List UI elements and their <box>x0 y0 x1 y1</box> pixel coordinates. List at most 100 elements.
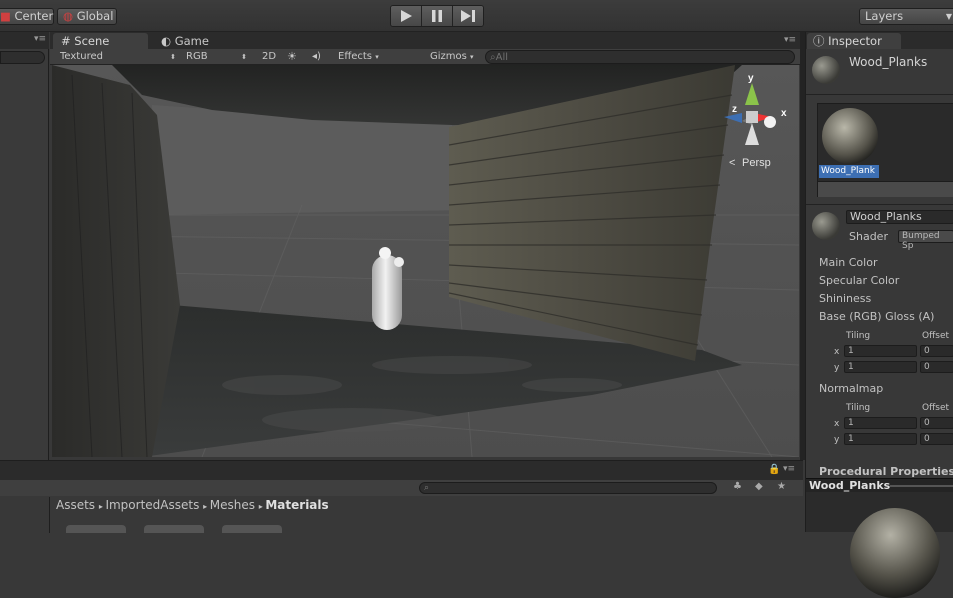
tab-inspector[interactable]: ⓘ Inspector <box>807 33 901 49</box>
step-button[interactable] <box>453 6 483 26</box>
offset-header: Offset <box>922 403 950 413</box>
layers-label: Layers <box>865 9 904 23</box>
tiling-y-field[interactable]: 1 <box>844 361 917 373</box>
gizmos-label: Gizmos <box>430 51 467 62</box>
breadcrumb-item[interactable]: Assets <box>56 498 95 512</box>
pause-button[interactable] <box>422 6 453 26</box>
preview-title: Wood_Planks <box>809 479 891 492</box>
gizmo-y-label: y <box>748 73 754 84</box>
gizmo-z-label: z <box>732 104 737 115</box>
inspector-tabbar: ⓘ Inspector <box>806 32 953 49</box>
preview-header[interactable]: Wood_Planks <box>806 478 953 492</box>
effects-dropdown[interactable]: Effects ▾ <box>338 50 383 64</box>
persp-icon: < <box>729 157 735 169</box>
scene-viewport[interactable]: y x z < Persp <box>52 65 799 457</box>
pivot-center-button[interactable]: ■ Center <box>0 8 54 25</box>
gizmo-x-label: x <box>781 108 787 119</box>
panel-menu-icon[interactable]: ▾≡ <box>783 464 795 474</box>
shader-dropdown[interactable]: Bumped Sp <box>898 230 953 251</box>
tiling-x-field[interactable]: 1 <box>844 417 917 429</box>
render-mode-dropdown[interactable]: RGB ⬍ <box>186 50 251 64</box>
material-name-field[interactable]: Wood_Planks <box>846 210 953 224</box>
panel-menu-icon[interactable]: ▾≡ <box>784 35 796 45</box>
dropdown-arrow-icon: ▾ <box>375 53 379 61</box>
scene-render: y x z < Persp <box>52 65 799 457</box>
speaker-icon: ◂) <box>312 51 321 62</box>
lighting-toggle[interactable]: ☀ <box>287 50 303 64</box>
layers-dropdown[interactable]: Layers ▼ <box>859 8 953 25</box>
scene-search-placeholder: All <box>495 52 509 63</box>
pivot-label: Center <box>14 9 54 23</box>
dropdown-arrow-icon: ▼ <box>945 12 952 21</box>
asset-preview-grid[interactable]: Wood_Plank <box>817 103 953 197</box>
material-preview-thumb[interactable] <box>822 108 878 164</box>
offset-y-field[interactable]: 0 <box>920 433 953 445</box>
breadcrumb-item[interactable]: Meshes <box>210 498 255 512</box>
tiling-header: Tiling <box>846 331 871 341</box>
scene-search-input[interactable]: ⌕All <box>485 50 795 64</box>
hierarchy-search[interactable] <box>0 51 45 64</box>
game-icon: ◐ <box>161 34 172 48</box>
play-button[interactable] <box>391 6 422 26</box>
info-icon: ⓘ <box>813 34 825 48</box>
material-preview-sphere <box>850 508 940 598</box>
tiling-x-label: x <box>834 347 840 357</box>
hierarchy-panel: ▾≡ <box>0 32 49 460</box>
preview-tile-label[interactable]: Wood_Plank <box>819 165 879 178</box>
favorite-icon[interactable]: ★ <box>777 481 786 492</box>
offset-x-field[interactable]: 0 <box>920 417 953 429</box>
filter-label-icon[interactable]: ◆ <box>755 481 763 492</box>
gizmos-dropdown[interactable]: Gizmos ▾ <box>430 50 480 64</box>
tab-game[interactable]: ◐ Game <box>153 33 248 49</box>
tiling-y-label: y <box>834 435 840 445</box>
tiling-header: Tiling <box>846 403 871 413</box>
shininess-label: Shininess <box>819 292 872 305</box>
dropdown-arrow-icon: ⬍ <box>241 53 247 61</box>
hierarchy-tabbar: ▾≡ <box>0 32 49 49</box>
tiling-x-field[interactable]: 1 <box>844 345 917 357</box>
tab-inspector-label: Inspector <box>828 34 882 48</box>
tiling-x-label: x <box>834 419 840 429</box>
space-global-button[interactable]: ◍ Global <box>57 8 117 25</box>
global-icon: ◍ <box>63 9 74 23</box>
tiling-y-label: y <box>834 363 840 373</box>
tab-scene[interactable]: # Scene <box>53 33 148 49</box>
mode-2d-label: 2D <box>262 51 277 62</box>
drag-handle[interactable] <box>890 485 953 487</box>
breadcrumb-current[interactable]: Materials <box>265 498 328 512</box>
scene-control-bar: Textured ⬍ RGB ⬍ 2D ☀ ◂) Effects ▾ Gizmo… <box>50 49 800 65</box>
offset-x-field[interactable]: 0 <box>920 345 953 357</box>
mode-2d-toggle[interactable]: 2D <box>262 50 282 64</box>
asset-name: Wood_Planks <box>849 55 928 69</box>
effects-label: Effects <box>338 51 372 62</box>
render-mode-label: RGB <box>186 51 208 62</box>
audio-toggle[interactable]: ◂) <box>312 50 328 64</box>
divider <box>806 94 953 95</box>
lock-icon[interactable]: 🔒 <box>768 464 780 475</box>
breadcrumb-item[interactable]: ImportedAssets <box>105 498 199 512</box>
persp-label: Persp <box>742 157 771 169</box>
offset-y-field[interactable]: 0 <box>920 361 953 373</box>
filter-type-icon[interactable]: ♣ <box>733 481 742 492</box>
draw-mode-dropdown[interactable]: Textured ⬍ <box>60 50 180 64</box>
procedural-properties-label[interactable]: Procedural Properties <box>819 465 953 478</box>
main-color-label: Main Color <box>819 256 878 269</box>
inspector-panel: ⓘ Inspector Wood_Planks Wood_Plank Wood_… <box>805 32 953 598</box>
scene-tabbar: # Scene ◐ Game ▾≡ <box>50 32 800 49</box>
playback-controls <box>390 5 484 27</box>
project-search-input[interactable]: ⌕ <box>419 482 717 494</box>
panel-menu-icon[interactable]: ▾≡ <box>34 34 46 44</box>
space-label: Global <box>76 9 114 23</box>
grid-icon: # <box>61 34 71 48</box>
tab-scene-label: Scene <box>74 34 110 48</box>
specular-color-label: Specular Color <box>819 274 900 287</box>
project-panel: 🔒 ▾≡ ⌕ ♣ ◆ ★ Assets ▸ ImportedAssets ▸ M… <box>0 460 803 533</box>
preview-scrollbar[interactable] <box>818 181 953 197</box>
pause-icon <box>432 10 442 22</box>
pivot-icon: ■ <box>0 9 11 23</box>
material-preview-area[interactable] <box>806 492 953 598</box>
dropdown-arrow-icon: ▾ <box>470 53 474 61</box>
tiling-y-field[interactable]: 1 <box>844 433 917 445</box>
search-icon: ⌕ <box>424 483 430 493</box>
dropdown-arrow-icon: ⬍ <box>170 53 176 61</box>
